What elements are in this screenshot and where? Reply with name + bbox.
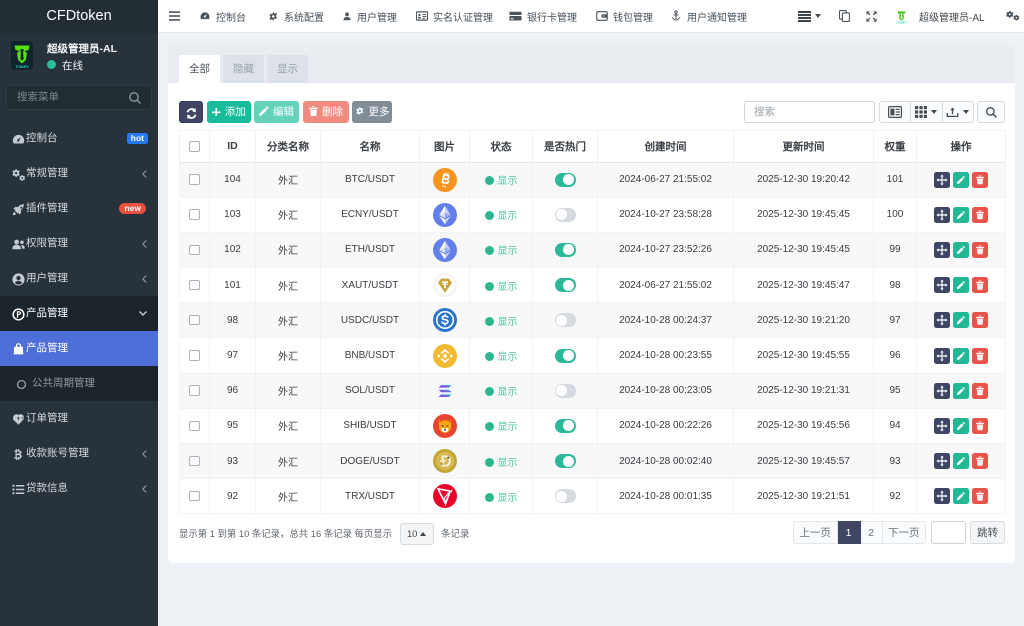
svg-text:TITANFX: TITANFX	[15, 65, 29, 69]
svg-text:TITANFX: TITANFX	[896, 20, 907, 24]
